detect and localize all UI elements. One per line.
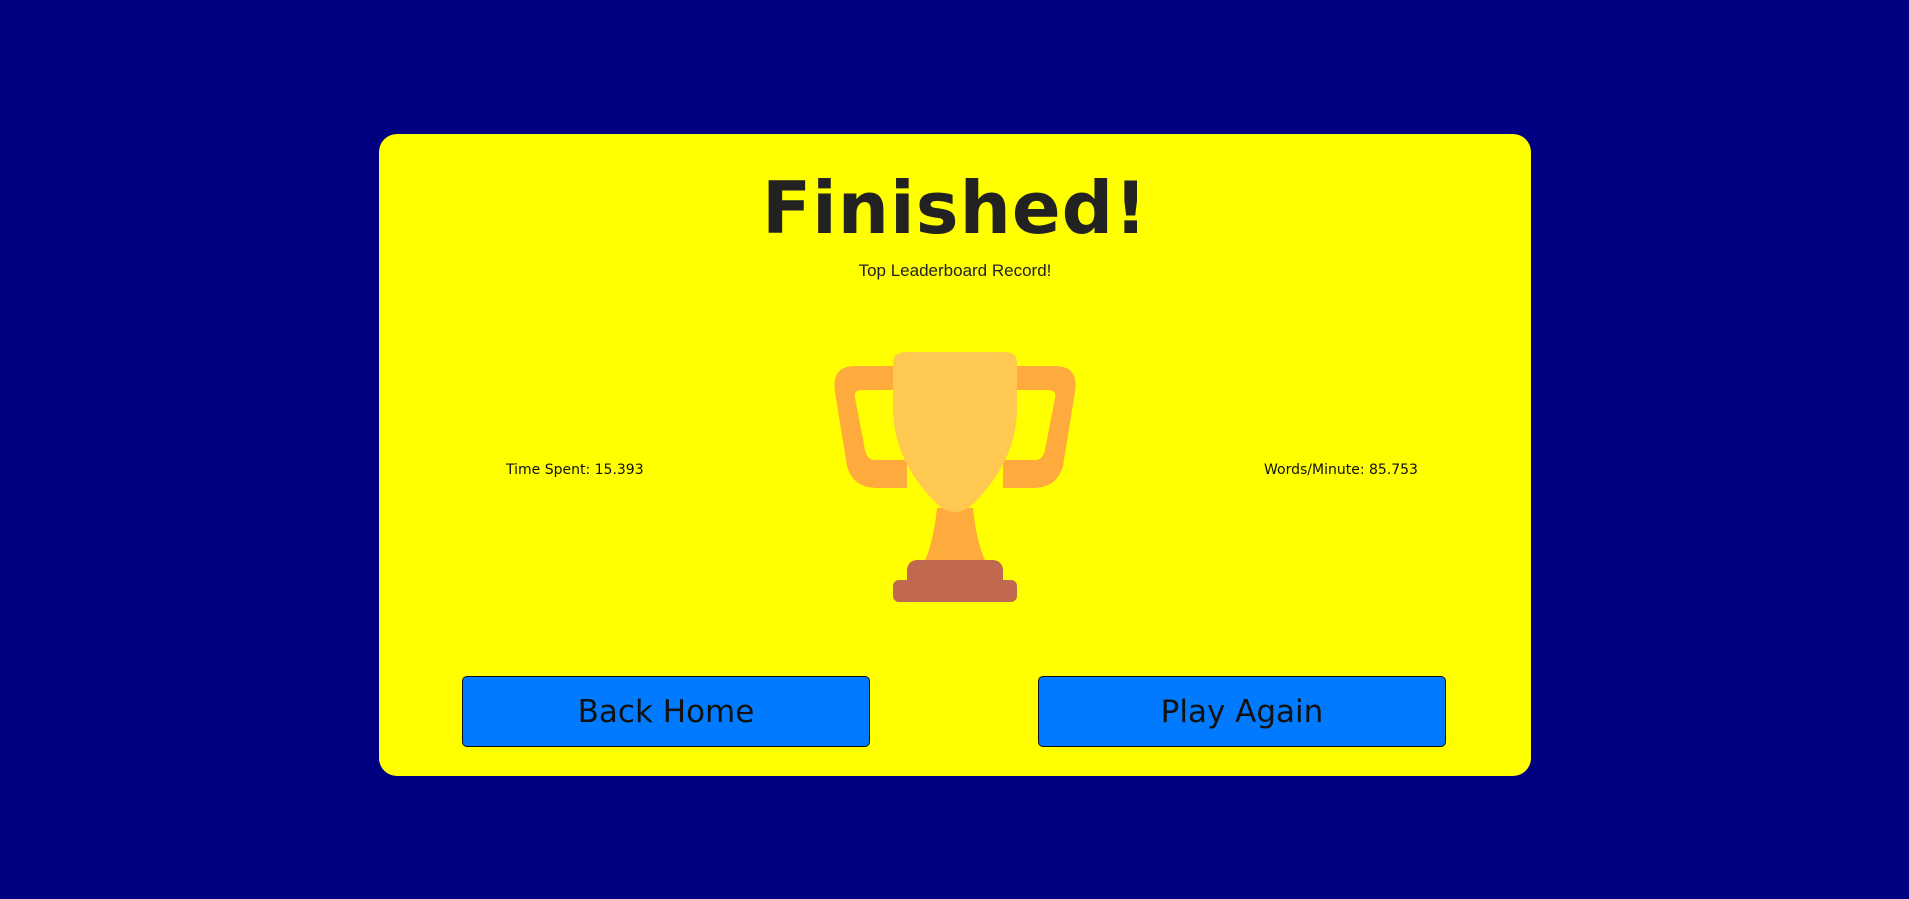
words-per-minute-stat: Words/Minute: 85.753 [1264, 462, 1418, 478]
page-title: Finished! [761, 166, 1149, 250]
trophy-base-bottom [893, 580, 1017, 602]
play-again-button[interactable]: Play Again [1038, 676, 1446, 747]
leaderboard-record-text: Top Leaderboard Record! [858, 261, 1052, 280]
back-home-button[interactable]: Back Home [462, 676, 870, 747]
trophy-cup [893, 352, 1017, 512]
results-card: Finished! Top Leaderboard Record! Time S… [379, 134, 1531, 776]
trophy-icon [834, 352, 1076, 602]
time-spent-stat: Time Spent: 15.393 [506, 462, 644, 478]
trophy-stem [921, 508, 989, 568]
